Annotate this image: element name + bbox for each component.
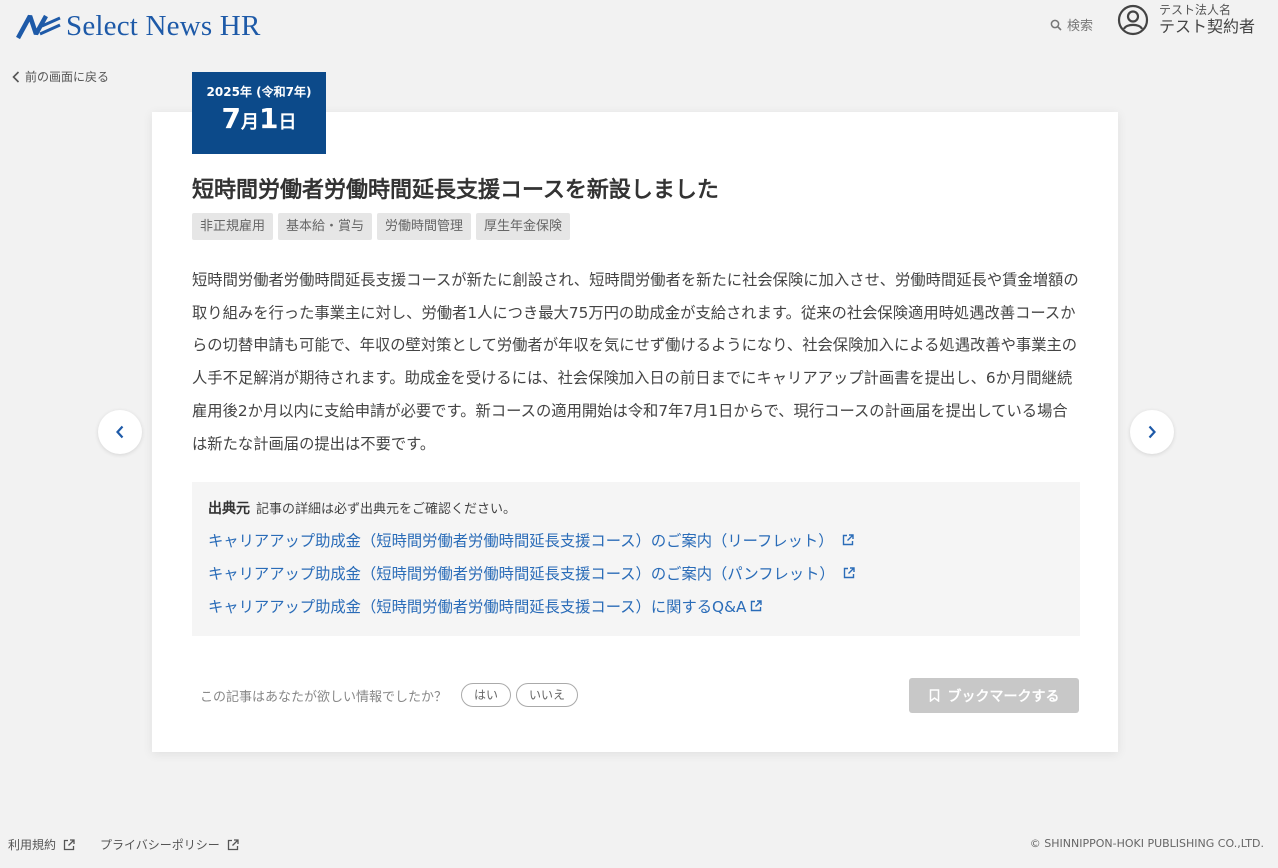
- footer: 利用規約 プライバシーポリシー © SHINNIPPON-HOKI PUBLIS…: [0, 834, 1278, 854]
- tag: 非正規雇用: [192, 213, 274, 240]
- article-title: 短時間労働者労働時間延長支援コースを新設しました: [192, 178, 719, 203]
- logo-text: Select News HR: [66, 10, 261, 42]
- user-name: テスト契約者: [1159, 16, 1256, 36]
- feedback: この記事はあなたが欲しい情報でしたか？ はい いいえ: [200, 683, 579, 707]
- terms-link[interactable]: 利用規約: [8, 836, 75, 853]
- tag: 基本給・賞与: [278, 213, 373, 240]
- source-note: 記事の詳細は必ず出典元をご確認ください。: [256, 502, 517, 517]
- feedback-yes-button[interactable]: はい: [461, 683, 512, 707]
- previous-article-button[interactable]: [98, 410, 142, 454]
- article-card: 短時間労働者労働時間延長支援コースを新設しました 非正規雇用 基本給・賞与 労働…: [152, 112, 1118, 752]
- tag-list: 非正規雇用 基本給・賞与 労働時間管理 厚生年金保険: [192, 213, 575, 240]
- search-label: 検索: [1067, 19, 1094, 34]
- external-link-icon: [227, 838, 239, 850]
- logo-icon: [16, 14, 61, 39]
- feedback-no-button[interactable]: いいえ: [516, 683, 579, 707]
- source-header: 出典元 記事の詳細は必ず出典元をご確認ください。: [208, 498, 1064, 518]
- chevron-left-icon: [116, 425, 124, 439]
- source-link-leaflet[interactable]: キャリアアップ助成金（短時間労働者労働時間延長支援コース）のご案内（リーフレット…: [208, 529, 1064, 551]
- chevron-right-icon: [1148, 425, 1156, 439]
- search-icon: [1050, 19, 1062, 31]
- date-month-day: 7月1日: [192, 102, 326, 135]
- bookmark-label: ブックマークする: [947, 688, 1060, 705]
- next-article-button[interactable]: [1130, 410, 1174, 454]
- date-day-unit: 日: [278, 112, 297, 133]
- back-link[interactable]: 前の画面に戻る: [12, 68, 109, 85]
- privacy-policy-link[interactable]: プライバシーポリシー: [100, 836, 239, 853]
- external-link-icon: [63, 838, 75, 850]
- feedback-question: この記事はあなたが欲しい情報でしたか？: [200, 689, 448, 705]
- copyright: © SHINNIPPON-HOKI PUBLISHING CO.,LTD.: [1029, 837, 1264, 850]
- date-badge: 2025年 (令和7年) 7月1日: [192, 72, 326, 154]
- user-avatar-icon: [1117, 4, 1149, 36]
- header: Select News HR 検索 テスト法人名 テスト契約者: [0, 0, 1278, 56]
- chevron-left-icon: [12, 70, 20, 83]
- tag: 労働時間管理: [377, 213, 472, 240]
- date-month-unit: 月: [241, 112, 259, 133]
- source-link-label: キャリアアップ助成金（短時間労働者労働時間延長支援コース）のご案内（リーフレット…: [208, 532, 834, 550]
- external-link-icon: [751, 600, 763, 612]
- search-button[interactable]: 検索: [1050, 15, 1093, 34]
- source-link-label: キャリアアップ助成金（短時間労働者労働時間延長支援コース）に関するQ&A: [208, 598, 747, 616]
- external-link-icon: [842, 534, 854, 546]
- source-link-label: キャリアアップ助成金（短時間労働者労働時間延長支援コース）のご案内（パンフレット…: [208, 565, 835, 583]
- bookmark-icon: [929, 689, 939, 702]
- date-day: 1: [259, 102, 279, 135]
- article-body: 短時間労働者労働時間延長支援コースが新たに創設され、短時間労働者を新たに社会保険…: [192, 271, 1079, 453]
- logo[interactable]: Select News HR: [16, 10, 261, 43]
- external-link-icon: [843, 567, 855, 579]
- source-link-qa[interactable]: キャリアアップ助成金（短時間労働者労働時間延長支援コース）に関するQ&A: [208, 595, 1064, 617]
- privacy-label: プライバシーポリシー: [100, 838, 220, 852]
- source-heading: 出典元: [208, 501, 250, 517]
- source-box: 出典元 記事の詳細は必ず出典元をご確認ください。 キャリアアップ助成金（短時間労働…: [192, 482, 1080, 636]
- date-month: 7: [221, 102, 241, 135]
- back-label: 前の画面に戻る: [25, 70, 110, 84]
- user-menu[interactable]: テスト法人名 テスト契約者: [1117, 3, 1256, 36]
- date-year: 2025年 (令和7年): [206, 85, 312, 99]
- user-company: テスト法人名: [1159, 3, 1232, 17]
- tag: 厚生年金保険: [476, 213, 571, 240]
- bookmark-button[interactable]: ブックマークする: [909, 678, 1079, 713]
- terms-label: 利用規約: [8, 838, 57, 852]
- source-link-pamphlet[interactable]: キャリアアップ助成金（短時間労働者労働時間延長支援コース）のご案内（パンフレット…: [208, 562, 1064, 584]
- user-info: テスト法人名 テスト契約者: [1159, 3, 1256, 36]
